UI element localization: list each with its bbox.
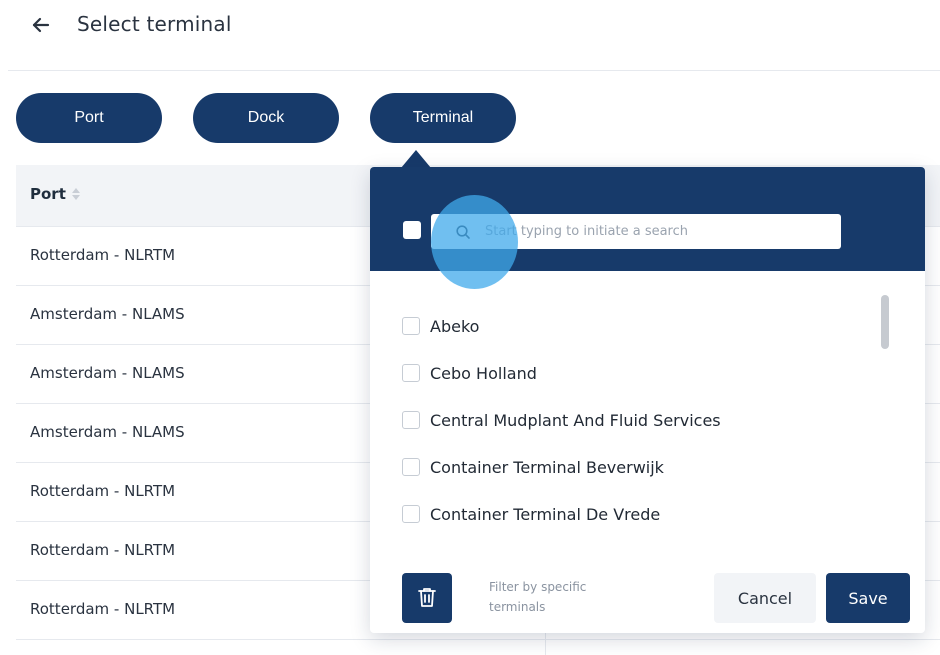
dropdown-caret: [401, 150, 431, 168]
option-checkbox[interactable]: [402, 411, 420, 429]
dropdown-header: [370, 167, 925, 289]
select-all-checkbox[interactable]: [403, 221, 421, 239]
search-box[interactable]: [431, 214, 841, 249]
scrollbar-thumb[interactable]: [881, 295, 889, 349]
page-header: Select terminal: [0, 0, 940, 72]
page-title: Select terminal: [77, 12, 232, 36]
filter-terminal-button[interactable]: Terminal: [370, 93, 516, 143]
terminal-option[interactable]: Abeko: [402, 312, 479, 340]
terminal-dropdown: Abeko Cebo Holland Central Mudplant And …: [370, 167, 925, 633]
header-divider: [8, 70, 940, 71]
arrow-left-icon[interactable]: [28, 12, 54, 38]
filter-hint: Filter by specific terminals: [489, 580, 587, 614]
clear-selection-button[interactable]: [402, 573, 452, 623]
cancel-button[interactable]: Cancel: [714, 573, 816, 623]
option-checkbox[interactable]: [402, 458, 420, 476]
terminal-option[interactable]: Central Mudplant And Fluid Services: [402, 406, 721, 434]
trash-icon: [417, 586, 437, 611]
sort-icon[interactable]: [71, 188, 80, 200]
option-checkbox[interactable]: [402, 317, 420, 335]
filter-dock-button[interactable]: Dock: [193, 93, 339, 143]
filter-port-button[interactable]: Port: [16, 93, 162, 143]
column-header-port[interactable]: Port: [30, 185, 80, 203]
terminal-option[interactable]: Container Terminal Beverwijk: [402, 453, 664, 481]
save-button[interactable]: Save: [826, 573, 910, 623]
search-input[interactable]: [485, 224, 825, 239]
terminal-option[interactable]: Container Terminal De Vrede: [402, 500, 660, 528]
option-checkbox[interactable]: [402, 505, 420, 523]
search-icon: [455, 224, 471, 240]
terminal-option[interactable]: Cebo Holland: [402, 359, 537, 387]
option-checkbox[interactable]: [402, 364, 420, 382]
